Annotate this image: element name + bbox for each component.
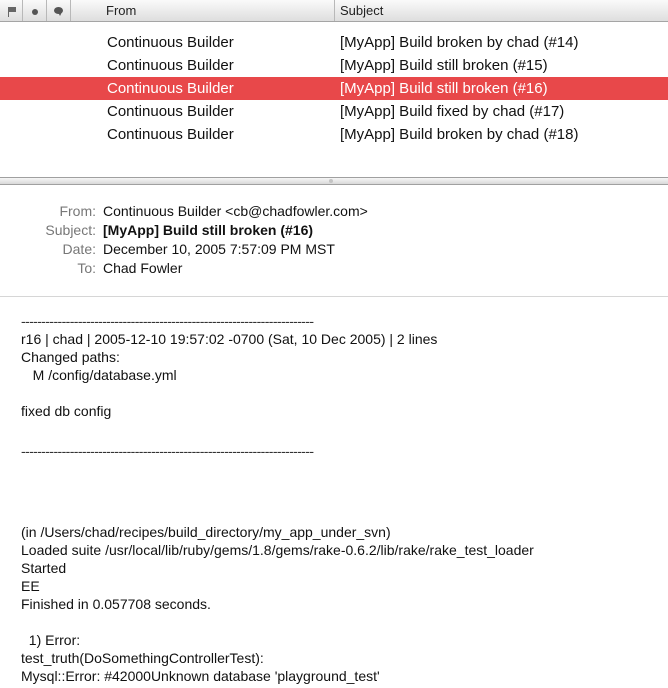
message-from: Continuous Builder: [107, 126, 234, 143]
dot-icon: [31, 8, 38, 15]
from-column-header[interactable]: From: [101, 0, 335, 21]
column-header-bar: From Subject: [0, 0, 668, 22]
message-list-pane: From Subject Continuous Builder [MyApp] B…: [0, 0, 668, 177]
body-line: M /config/database.yml: [21, 367, 177, 383]
subject-label: Subject:: [45, 222, 96, 238]
message-subject: [MyApp] Build fixed by chad (#17): [340, 103, 565, 120]
body-line: EE: [21, 578, 40, 594]
message-from: Continuous Builder: [107, 34, 234, 51]
body-line: 1) Error:: [21, 632, 81, 648]
message-subject: [MyApp] Build broken by chad (#18): [340, 126, 579, 143]
to-label: To:: [77, 260, 96, 276]
body-line: Mysql::Error: #42000Unknown database 'pl…: [21, 668, 380, 684]
to-value[interactable]: Chad Fowler: [103, 258, 182, 278]
date-value: December 10, 2005 7:57:09 PM MST: [103, 241, 335, 257]
body-line: fixed db config: [21, 403, 112, 419]
message-row[interactable]: Continuous Builder [MyApp] Build still br…: [0, 54, 668, 77]
message-headers: From: Continuous Builder <cb@chadfowler.…: [0, 185, 668, 297]
message-from: Continuous Builder: [107, 103, 234, 120]
thread-column-header[interactable]: [47, 0, 71, 21]
separator-line: ----------------------------------------…: [21, 443, 314, 459]
subject-column-header[interactable]: Subject: [335, 0, 668, 21]
message-rows: Continuous Builder [MyApp] Build broken b…: [0, 31, 668, 146]
body-line: Started: [21, 560, 67, 576]
separator-line: ----------------------------------------…: [21, 313, 314, 329]
message-subject: [MyApp] Build still broken (#16): [340, 80, 548, 97]
message-subject: [MyApp] Build still broken (#15): [340, 57, 548, 74]
body-line: Loaded suite /usr/local/lib/ruby/gems/1.…: [21, 542, 534, 558]
splitter-grip-icon[interactable]: [329, 179, 333, 183]
body-line: (in /Users/chad/recipes/build_directory/…: [21, 524, 391, 540]
from-label: From:: [59, 203, 96, 219]
status-column-header[interactable]: [23, 0, 47, 21]
flag-column-header[interactable]: [0, 0, 23, 21]
message-row[interactable]: Continuous Builder [MyApp] Build still br…: [0, 77, 668, 100]
flag-icon: [7, 6, 16, 17]
body-line: Finished in 0.057708 seconds.: [21, 596, 211, 612]
subject-value: [MyApp] Build still broken (#16): [103, 222, 314, 238]
from-value[interactable]: Continuous Builder <cb@chadfowler.com>: [103, 201, 368, 221]
message-row[interactable]: Continuous Builder [MyApp] Build fixed by…: [0, 100, 668, 123]
message-from: Continuous Builder: [107, 57, 234, 74]
message-subject: [MyApp] Build broken by chad (#14): [340, 34, 579, 51]
message-body: ----------------------------------------…: [0, 297, 668, 688]
body-line: r16 | chad | 2005-12-10 19:57:02 -0700 (…: [21, 331, 438, 347]
message-row[interactable]: Continuous Builder [MyApp] Build broken b…: [0, 123, 668, 146]
body-line: Changed paths:: [21, 349, 120, 365]
body-line: test_truth(DoSomethingControllerTest):: [21, 650, 264, 666]
message-from: Continuous Builder: [107, 80, 234, 97]
message-row[interactable]: Continuous Builder [MyApp] Build broken b…: [0, 31, 668, 54]
pane-splitter[interactable]: [0, 177, 668, 185]
bubble-icon: [54, 7, 63, 17]
date-label: Date:: [62, 241, 96, 257]
